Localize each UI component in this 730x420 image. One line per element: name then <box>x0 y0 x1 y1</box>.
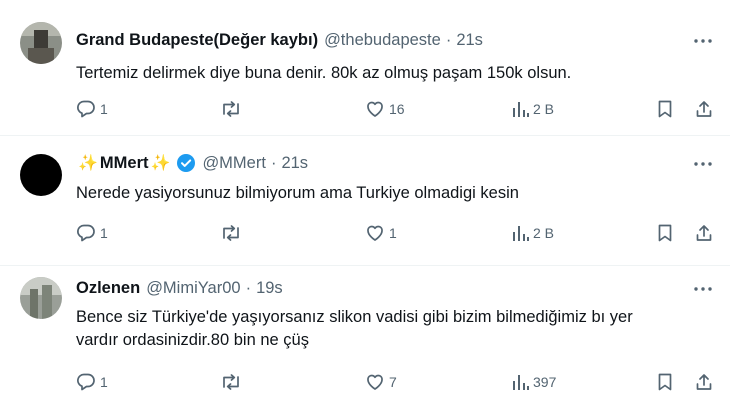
retweet-button[interactable] <box>220 370 246 394</box>
display-name[interactable]: MMert <box>100 154 149 173</box>
verified-icon <box>176 153 196 173</box>
separator-dot: · <box>270 153 277 172</box>
share-icon[interactable] <box>694 370 714 394</box>
retweet-button[interactable] <box>220 221 246 245</box>
reply-icon <box>76 99 96 119</box>
share-icon[interactable] <box>694 97 714 121</box>
avatar[interactable] <box>20 154 62 196</box>
tweet-2[interactable]: ✨ MMert ✨ @MMert · 21s Nerede yasiyorsun… <box>0 136 730 266</box>
display-name[interactable]: Grand Budapeste(Değer kaybı) <box>76 31 318 50</box>
views-count: 397 <box>533 374 557 390</box>
reply-count: 1 <box>100 101 108 117</box>
timestamp[interactable]: 21s <box>456 31 483 50</box>
reply-count: 1 <box>100 225 108 241</box>
user-handle[interactable]: @MMert <box>202 154 266 173</box>
views-count: 2 B <box>533 225 555 241</box>
more-icon[interactable] <box>692 153 714 175</box>
timestamp[interactable]: 21s <box>281 154 308 173</box>
sparkles-emoji: ✨ <box>150 155 171 172</box>
retweet-button[interactable] <box>220 97 246 121</box>
action-bar: 1 7 397 <box>0 370 730 394</box>
views-button[interactable]: 2 B <box>511 97 554 121</box>
like-count: 7 <box>389 374 397 390</box>
like-count: 16 <box>389 101 405 117</box>
tweet-text-line: Bence siz Türkiye'de yaşıyorsanız slikon… <box>76 308 633 326</box>
tweet-1[interactable]: Grand Budapeste(Değer kaybı) @thebudapes… <box>0 0 730 136</box>
tweet-text-line: vardır ordasinizdir.80 bin ne çüş <box>76 331 309 349</box>
bookmark-icon[interactable] <box>656 221 674 245</box>
views-icon <box>511 99 529 119</box>
views-icon <box>511 223 529 243</box>
avatar[interactable] <box>20 22 62 64</box>
like-icon <box>365 99 385 119</box>
user-handle[interactable]: @MimiYar00 <box>146 279 240 298</box>
views-count: 2 B <box>533 101 555 117</box>
tweet-text: Bence siz Türkiye'de yaşıyorsanız slikon… <box>76 306 716 352</box>
reply-button[interactable]: 1 <box>76 97 108 121</box>
reply-icon <box>76 372 96 392</box>
like-button[interactable]: 7 <box>365 370 397 394</box>
like-count: 1 <box>389 225 397 241</box>
reply-count: 1 <box>100 374 108 390</box>
views-button[interactable]: 397 <box>511 370 556 394</box>
more-icon[interactable] <box>692 30 714 52</box>
retweet-icon <box>220 223 242 243</box>
separator-dot: · <box>245 278 252 297</box>
like-icon <box>365 372 385 392</box>
tweet-3[interactable]: Ozlenen @MimiYar00 · 19s Bence siz Türki… <box>0 266 730 420</box>
sparkles-emoji: ✨ <box>78 155 98 172</box>
like-icon <box>365 223 385 243</box>
action-bar: 1 1 2 B <box>0 221 730 245</box>
views-button[interactable]: 2 B <box>511 221 554 245</box>
bookmark-icon[interactable] <box>656 97 674 121</box>
more-icon[interactable] <box>692 278 714 300</box>
tweet-text: Nerede yasiyorsunuz bilmiyorum ama Turki… <box>76 184 519 202</box>
tweet-text: Tertemiz delirmek diye buna denir. 80k a… <box>76 64 572 82</box>
retweet-icon <box>220 99 242 119</box>
retweet-icon <box>220 372 242 392</box>
separator-dot: · <box>445 30 452 49</box>
bookmark-icon[interactable] <box>656 370 674 394</box>
avatar[interactable] <box>20 277 62 319</box>
reply-button[interactable]: 1 <box>76 370 108 394</box>
like-button[interactable]: 1 <box>365 221 397 245</box>
reply-icon <box>76 223 96 243</box>
share-icon[interactable] <box>694 221 714 245</box>
views-icon <box>511 372 529 392</box>
display-name[interactable]: Ozlenen <box>76 279 140 298</box>
user-handle[interactable]: @thebudapeste <box>324 31 441 50</box>
timestamp[interactable]: 19s <box>256 279 283 298</box>
like-button[interactable]: 16 <box>365 97 405 121</box>
reply-button[interactable]: 1 <box>76 221 108 245</box>
action-bar: 1 16 2 B <box>0 97 730 121</box>
